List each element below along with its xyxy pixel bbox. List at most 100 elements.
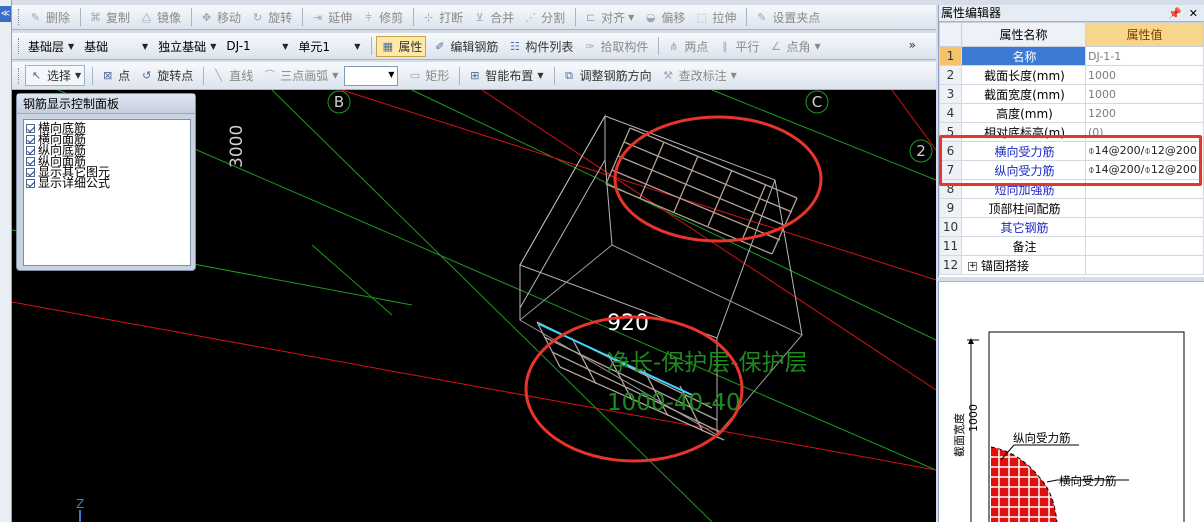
edit-rebar-icon: ✐: [435, 39, 445, 53]
unit-select[interactable]: 单元1 ▼: [295, 36, 363, 56]
point-angle-icon: ∠: [771, 39, 781, 53]
properties-button[interactable]: ▦ 属性: [376, 35, 427, 57]
property-row[interactable]: 2 截面长度(mm) 1000: [939, 65, 1204, 85]
property-value-cell[interactable]: DJ-1-1: [1085, 46, 1204, 66]
property-row[interactable]: 11 备注: [939, 236, 1204, 256]
arc-icon: ⌒: [264, 69, 276, 82]
parallel-button[interactable]: ∥ 平行: [714, 36, 762, 57]
element-list-button[interactable]: ☷ 构件列表: [504, 36, 576, 57]
stretch-button[interactable]: ⬚ 拉伸: [691, 7, 739, 28]
set-grip-button[interactable]: ✎ 设置夹点: [751, 7, 823, 28]
foundation-wireframe: [519, 114, 803, 436]
trim-button[interactable]: ⫩ 修剪: [358, 7, 406, 28]
smart-layout-icon: ⊞: [470, 69, 480, 82]
category-select[interactable]: 基础 ▼: [81, 36, 151, 56]
element-type-select[interactable]: 独立基础 ▼: [155, 36, 219, 56]
two-points-button[interactable]: ⋔ 两点: [663, 36, 711, 57]
merge-button[interactable]: ⊻ 合并: [469, 7, 517, 28]
expand-icon[interactable]: +: [968, 261, 977, 271]
check-annotation-button[interactable]: ⚒ 查改标注 ▼: [658, 65, 740, 86]
checkbox[interactable]: [26, 157, 35, 166]
dropdown-arrow-icon: ▼: [142, 41, 149, 51]
dock-collapse-icon[interactable]: ≪: [0, 6, 11, 22]
align-button[interactable]: ⊏ 对齐 ▼: [580, 7, 637, 28]
extend-button[interactable]: ⇥ 延伸: [307, 7, 355, 28]
grid-line: [12, 301, 936, 471]
toolbar-grip[interactable]: [18, 9, 21, 25]
checkbox[interactable]: [26, 179, 35, 188]
split-button[interactable]: ⋰ 分割: [520, 7, 568, 28]
pin-icon[interactable]: 📌: [1168, 5, 1182, 22]
split-icon: ⋰: [525, 10, 537, 24]
property-value-cell[interactable]: [1085, 198, 1204, 218]
delete-button[interactable]: ✎ 删除: [25, 7, 73, 28]
select-button[interactable]: ↖ 选择 ▼: [25, 65, 86, 86]
checkbox[interactable]: [26, 135, 35, 144]
dropdown-arrow-icon: ▼: [68, 41, 75, 51]
parallel-icon: ∥: [722, 39, 728, 53]
property-value-cell[interactable]: 1000: [1085, 84, 1204, 104]
checkbox[interactable]: [26, 124, 35, 133]
copy-button[interactable]: ⌘ 复制: [85, 7, 133, 28]
property-row[interactable]: 10 其它钢筋: [939, 217, 1204, 237]
checkbox-row-show-formula[interactable]: 显示详细公式: [26, 177, 188, 189]
dropdown-arrow-icon: ▼: [354, 41, 361, 51]
grid-line: [891, 90, 936, 151]
mirror-button[interactable]: ⧋ 镜像: [136, 7, 184, 28]
property-value-cell[interactable]: [1085, 217, 1204, 237]
floor-select[interactable]: 基础层 ▼: [25, 36, 77, 56]
arc-mode-combo[interactable]: ▼: [344, 65, 399, 86]
break-icon: ⊹: [424, 10, 434, 24]
property-value-cell[interactable]: 1200: [1085, 103, 1204, 123]
left-dock-strip: ≪: [0, 0, 12, 522]
toolbar-grip[interactable]: [18, 67, 21, 84]
move-button[interactable]: ✥ 移动: [196, 7, 244, 28]
property-row[interactable]: 1 名称 DJ-1-1: [939, 46, 1204, 66]
edit-toolbar: ✎ 删除 ⌘ 复制 ⧋ 镜像 ✥ 移动 ↻ 旋转 ⇥ 延伸 ⫩ 修剪 ⊹ 打断 ⊻ 合并 ⋰ 分割 …: [12, 5, 936, 30]
section-preview: 截面宽度 1000 纵向受力筋 横向受力筋: [938, 281, 1204, 522]
adjust-rebar-dir-button[interactable]: ⧉ 调整钢筋方向: [559, 65, 655, 86]
arc-button[interactable]: ⌒ 三点画弧 ▼: [259, 65, 341, 86]
point-angle-button[interactable]: ∠ 点角 ▼: [765, 36, 823, 57]
rectangle-icon: ▭: [409, 69, 421, 82]
smart-layout-button[interactable]: ⊞ 智能布置 ▼: [464, 65, 546, 86]
toolbar-overflow-icon[interactable]: »: [909, 38, 916, 52]
property-row[interactable]: 9 顶部柱间配筋: [939, 198, 1204, 218]
dimension-arrow-icon: [968, 338, 974, 344]
checkbox[interactable]: [26, 168, 35, 177]
dimension-920: 920: [607, 311, 649, 336]
adjust-direction-icon: ⧉: [565, 69, 573, 82]
axis-line: [411, 90, 936, 341]
checkbox[interactable]: [26, 146, 35, 155]
rotate-point-button[interactable]: ↺ 旋转点: [136, 65, 196, 86]
rotate-button[interactable]: ↻ 旋转: [247, 7, 295, 28]
property-row[interactable]: 4 高度(mm) 1200: [939, 103, 1204, 123]
point-button[interactable]: ⊠ 点: [97, 65, 133, 86]
offset-icon: ◒: [646, 10, 656, 24]
dropdown-arrow-icon: ▼: [282, 41, 289, 51]
pick-element-button[interactable]: ✑ 拾取构件: [579, 36, 651, 57]
property-value-header: 属性值: [1085, 22, 1204, 47]
highlight-rectangle: [939, 135, 1202, 186]
property-row[interactable]: 12 + 锚固搭接: [939, 255, 1204, 275]
list-icon: ☷: [509, 39, 520, 53]
section-width-label: 截面宽度: [952, 413, 966, 457]
line-button[interactable]: ╲ 直线: [208, 65, 256, 86]
rectangle-button[interactable]: ▭ 矩形: [404, 65, 452, 86]
delete-icon: ✎: [30, 10, 41, 24]
property-editor-titlebar: 属性编辑器 📌 ✕: [939, 5, 1204, 22]
property-value-cell[interactable]: 1000: [1085, 65, 1204, 85]
element-name-select[interactable]: DJ-1 ▼: [223, 36, 291, 56]
offset-button[interactable]: ◒ 偏移: [640, 7, 688, 28]
property-row[interactable]: 3 截面宽度(mm) 1000: [939, 84, 1204, 104]
highlight-ellipse-bottom: [524, 315, 744, 463]
edit-rebar-button[interactable]: ✐ 编辑钢筋: [429, 36, 501, 57]
close-icon[interactable]: ✕: [1189, 5, 1198, 22]
axis-label-b: B: [334, 93, 344, 111]
property-value-cell[interactable]: [1085, 236, 1204, 256]
toolbar-grip[interactable]: [18, 38, 21, 54]
property-value-cell[interactable]: [1085, 255, 1204, 275]
break-button[interactable]: ⊹ 打断: [418, 7, 466, 28]
dimension-vertical: 3000: [227, 125, 247, 168]
annotation-icon: ⚒: [663, 69, 674, 82]
